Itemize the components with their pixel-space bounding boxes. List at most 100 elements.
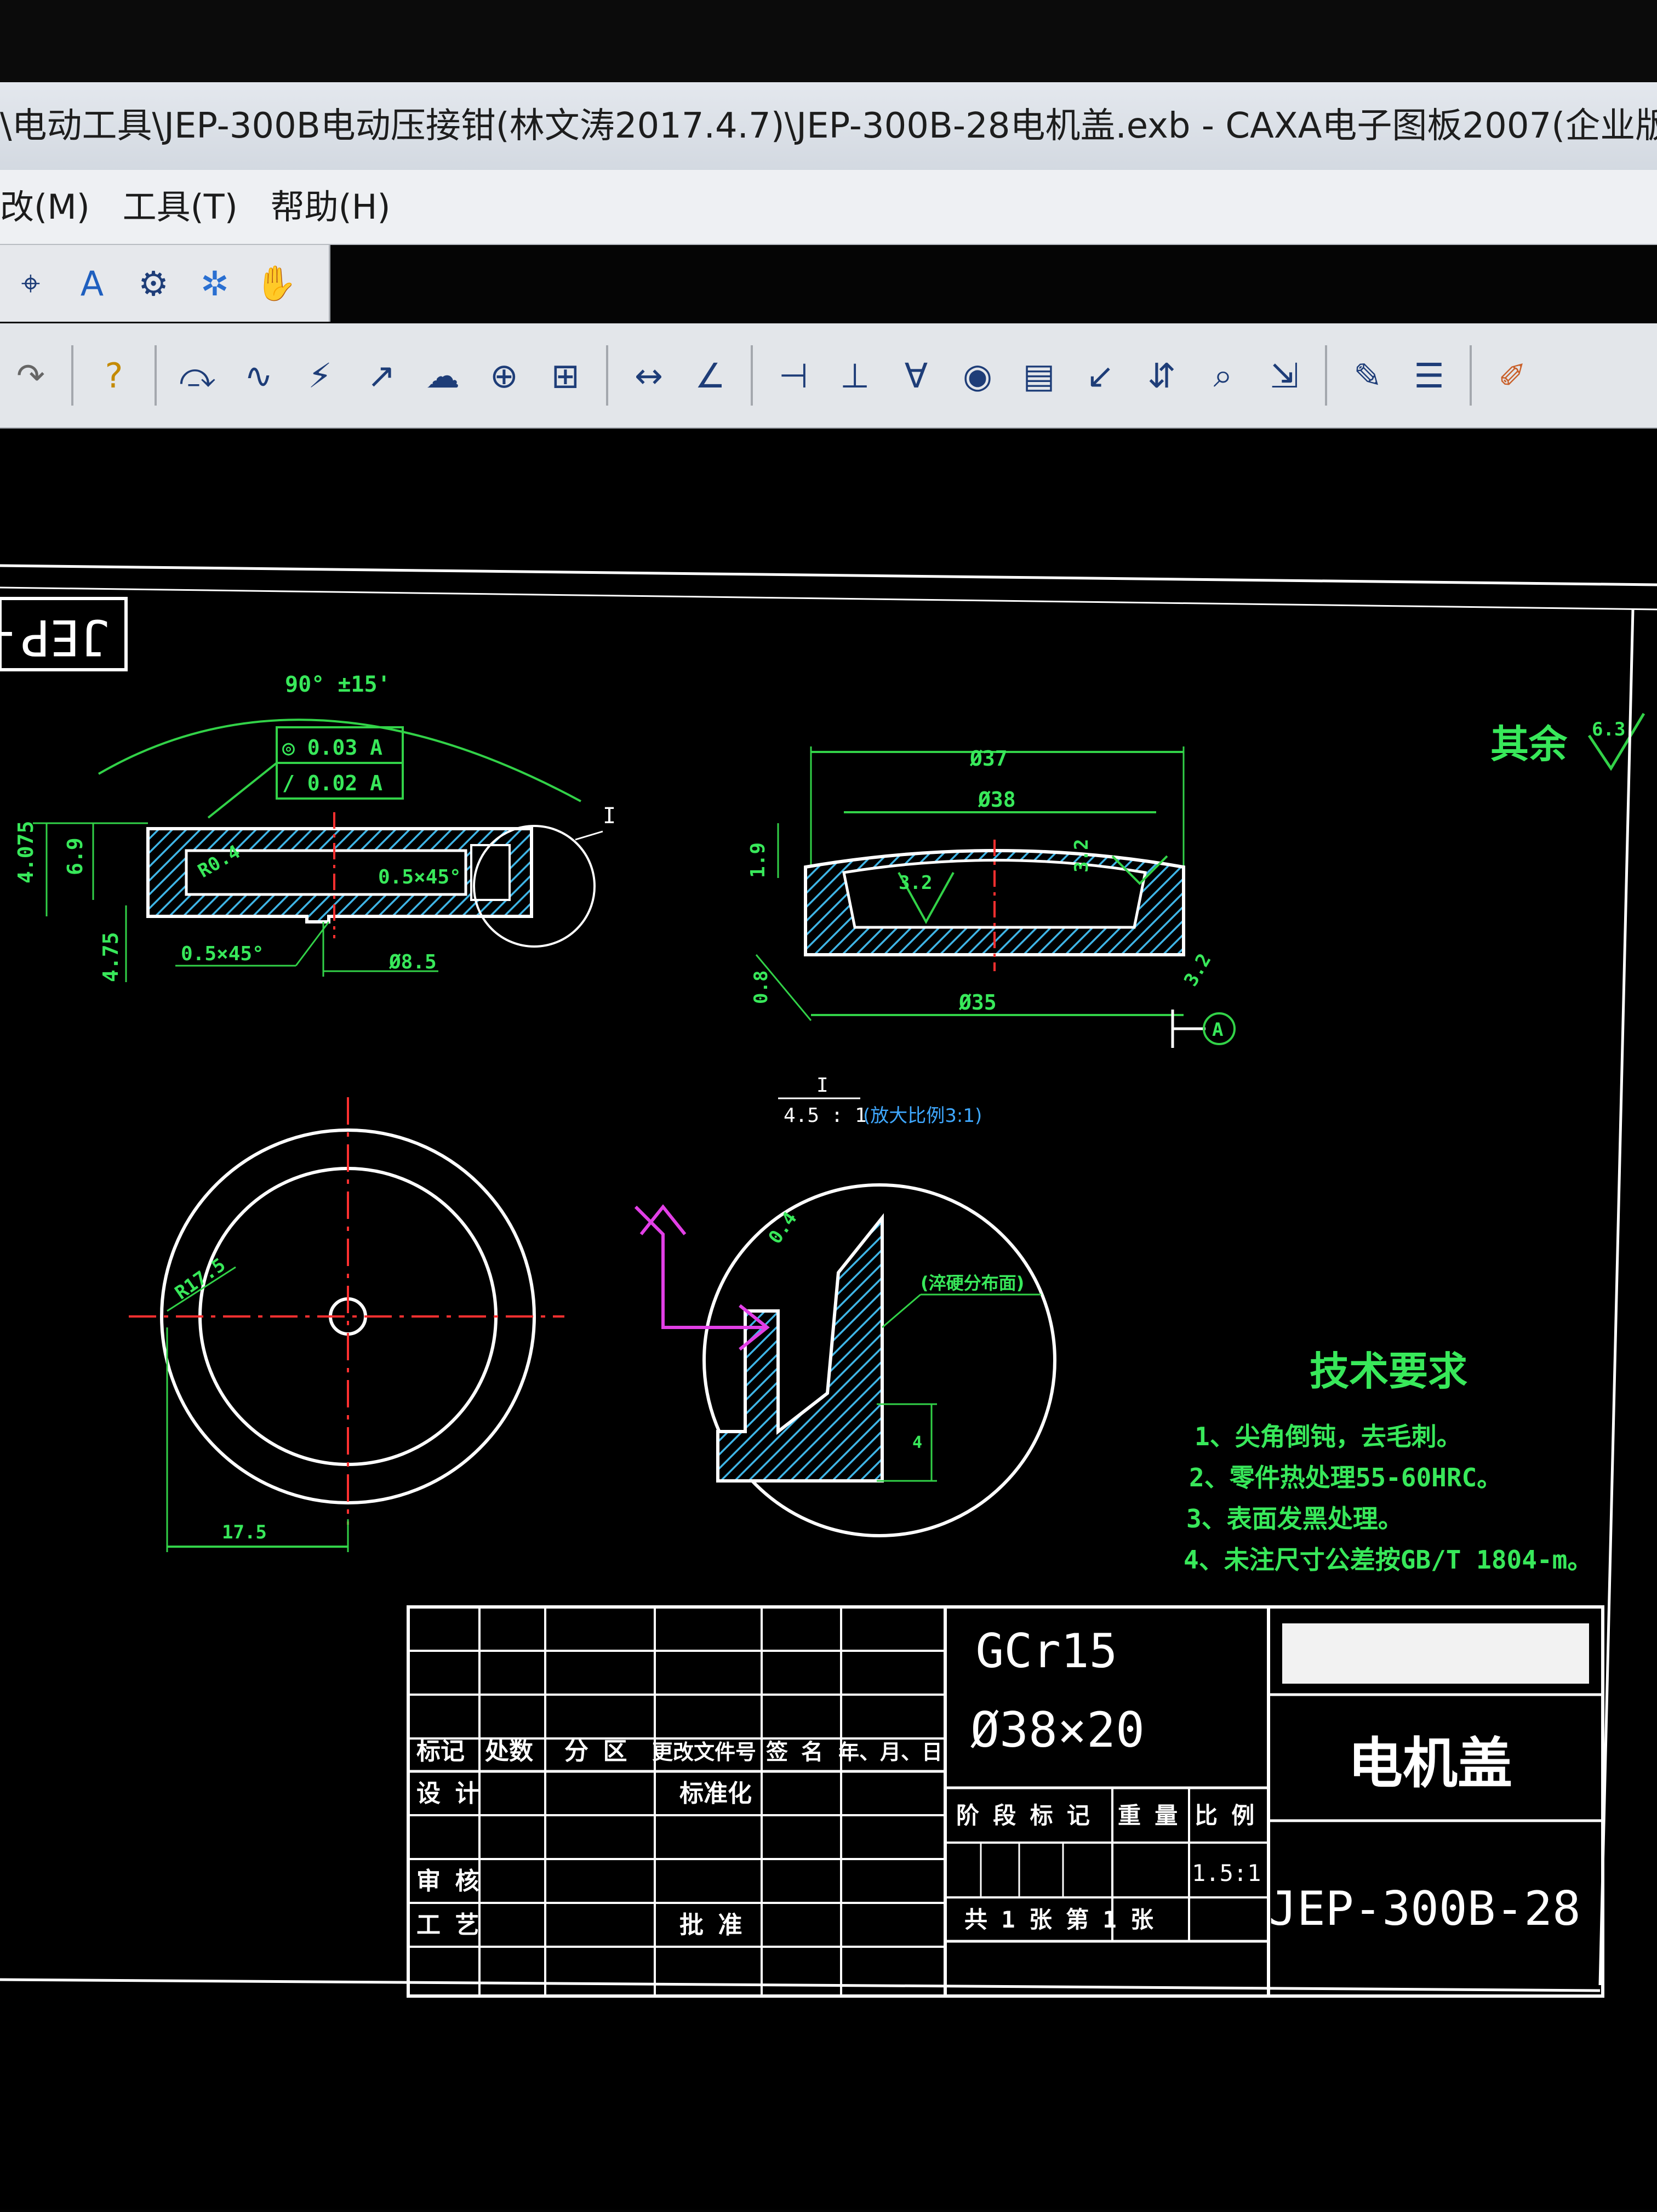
chamfer-inner: 0.5×45°	[378, 866, 461, 888]
sheet-info: 共 1 张 第 1 张	[964, 1906, 1153, 1933]
front-view: Ø37 Ø38 1.9 3.2 3.2 3.2 Ø35 0.8 A	[747, 746, 1236, 1048]
detail-r: 0.4	[764, 1208, 802, 1248]
detail-note: (放大比例3:1)	[863, 1105, 982, 1127]
roughness-rest-label: 其余	[1490, 722, 1568, 767]
pattern-icon[interactable]: ✲	[192, 260, 238, 306]
tech-requirements: 技术要求 1、尖角倒钝，去毛刺。 2、零件热处理55-60HRC。 3、表面发黑…	[1184, 1348, 1592, 1575]
toolbar-separator	[155, 345, 157, 406]
menu-tools[interactable]: 工具(T)	[123, 170, 260, 244]
cad-drawing[interactable]: JEP- 90° ±15' ◎ 0.03 A / 0.02 A I 4.075 …	[0, 429, 1657, 2210]
edit-icon[interactable]: ✎	[1345, 352, 1391, 398]
drawing-canvas[interactable]: JEP- 90° ±15' ◎ 0.03 A / 0.02 A I 4.075 …	[0, 429, 1657, 2210]
pen-icon[interactable]: ✐	[1489, 352, 1535, 398]
tech-req-item-3: 3、表面发黑处理。	[1186, 1504, 1403, 1533]
angle-dim: 90° ±15'	[285, 672, 391, 697]
row-standard: 标准化	[679, 1780, 752, 1808]
roughness-icon[interactable]: ∀	[893, 352, 939, 398]
settings-icon[interactable]: ⚙	[130, 260, 176, 306]
text-style-icon[interactable]: A	[69, 260, 115, 306]
view-icon[interactable]: ⌕	[1200, 352, 1246, 398]
toolbar-top: ⌖ A ⚙ ✲ ✋	[0, 245, 330, 322]
datum-label: A	[1212, 1019, 1223, 1041]
scale-label: 比 例	[1195, 1802, 1254, 1829]
title-bar: \电动工具\JEP-300B电动压接钳(林文涛2017.4.7)\JEP-300…	[0, 82, 1657, 170]
snap-icon[interactable]: ⌖	[8, 260, 54, 306]
cloud-icon[interactable]: ☁	[420, 352, 466, 398]
pan-hand-icon[interactable]: ✋	[253, 260, 299, 306]
scale-value: 1.5:1	[1192, 1860, 1261, 1886]
hdr-date: 年、月、日	[838, 1740, 942, 1764]
window-title: \电动工具\JEP-300B电动压接钳(林文涛2017.4.7)\JEP-300…	[0, 106, 1657, 146]
bottom-dim: Ø35	[958, 990, 997, 1014]
redo-icon[interactable]: ↷	[8, 352, 54, 398]
border-bottom	[0, 1978, 1601, 1992]
detail-label: (淬硬分布面)	[921, 1273, 1024, 1293]
roughness-rest: 其余 6.3	[1490, 712, 1645, 771]
tech-req-item-2: 2、零件热处理55-60HRC。	[1189, 1463, 1502, 1492]
part-number: JEP-300B-28	[1269, 1882, 1581, 1936]
title-block: 标记 处数 分 区 更改文件号 签 名 年、月、日 设 计 标准化 审 核 工 …	[0, 609, 1635, 1998]
tech-req-title: 技术要求	[1310, 1348, 1467, 1394]
rotate-view-icon[interactable]: ⇲	[1261, 352, 1307, 398]
layer-icon[interactable]: ☰	[1406, 352, 1452, 398]
wave-icon[interactable]: ∿	[236, 352, 282, 398]
leader-icon[interactable]: ↙	[1077, 352, 1123, 398]
datum-target-icon[interactable]: ⊥	[832, 352, 878, 398]
top-view: R17.5 17.5	[129, 1097, 564, 1552]
chamfer-outer: 0.5×45°	[181, 943, 264, 965]
centerline-icon[interactable]: ⊞	[542, 352, 588, 398]
section-view: 90° ±15' ◎ 0.03 A / 0.02 A I 4.075 6.9 4…	[14, 672, 616, 982]
menu-bar: 改(M) 工具(T) 帮助(H)	[0, 170, 1657, 245]
blank-size: Ø38×20	[970, 1702, 1145, 1758]
top-dim-2: Ø38	[978, 788, 1016, 812]
tech-req-item-4: 4、未注尺寸公差按GB/T 1804-m。	[1184, 1545, 1592, 1575]
menu-modify[interactable]: 改(M)	[0, 170, 112, 244]
detail-small: 4	[912, 1433, 922, 1452]
detail-marker: I	[603, 803, 616, 829]
weld-icon[interactable]: ◉	[955, 352, 1001, 398]
material: GCr15	[976, 1624, 1118, 1679]
arrow-icon[interactable]: ↗	[358, 352, 404, 398]
monitor-bezel	[0, 0, 1657, 82]
toolbar-separator	[1470, 345, 1472, 406]
menu-help[interactable]: 帮助(H)	[271, 170, 413, 244]
tech-req-item-1: 1、尖角倒钝，去毛刺。	[1195, 1422, 1462, 1451]
datum-icon[interactable]: ⊣	[770, 352, 816, 398]
section-groove	[470, 844, 511, 901]
angle-dimension-icon[interactable]: ∠	[687, 352, 733, 398]
roughness-rest-value: 6.3	[1592, 719, 1625, 740]
connect-icon[interactable]: ⤼	[174, 352, 220, 398]
toolbar-separator	[606, 345, 608, 406]
help-icon[interactable]: ?	[91, 352, 137, 398]
gdt-leader	[207, 762, 278, 819]
bottom-small: 0.8	[750, 971, 772, 1004]
hdr-mark: 标记	[416, 1737, 465, 1765]
gdt-row-2: / 0.02 A	[282, 771, 382, 795]
linear-dimension-icon[interactable]: ↔	[626, 352, 672, 398]
roughness-top: 3.2	[899, 872, 932, 894]
hdr-count: 处数	[485, 1737, 533, 1765]
globe-icon[interactable]: ⊕	[481, 352, 527, 398]
detail-leader	[882, 1293, 921, 1329]
form-position-icon[interactable]: ▤	[1016, 352, 1062, 398]
toolbar-separator	[1325, 345, 1327, 406]
hdr-change-doc: 更改文件号	[652, 1740, 756, 1764]
border-line	[0, 564, 1657, 586]
row-approve: 批 准	[679, 1911, 742, 1939]
hdr-zone: 分 区	[564, 1737, 627, 1765]
weight-label: 重 量	[1118, 1802, 1178, 1829]
roughness-right: 3.2	[1071, 839, 1093, 873]
gdt-row-1: ◎ 0.03 A	[282, 736, 382, 760]
detail-section	[716, 1213, 884, 1483]
detail-title-mark: I	[816, 1074, 828, 1097]
zigzag-icon[interactable]: ⚡	[297, 352, 343, 398]
redacted-company	[1282, 1623, 1589, 1684]
detail-title: I 4.5 : 1 (放大比例3:1)	[778, 1074, 982, 1127]
left-dim-3: 4.75	[99, 932, 123, 982]
frame-label: JEP-	[0, 608, 110, 666]
row-review: 审 核	[416, 1867, 479, 1895]
left-dim-2: 6.9	[63, 837, 87, 875]
border-right	[1598, 609, 1635, 1986]
section-icon[interactable]: ⇵	[1139, 352, 1185, 398]
detail-view: 0.4 (淬硬分布面) 4	[634, 1183, 1056, 1537]
